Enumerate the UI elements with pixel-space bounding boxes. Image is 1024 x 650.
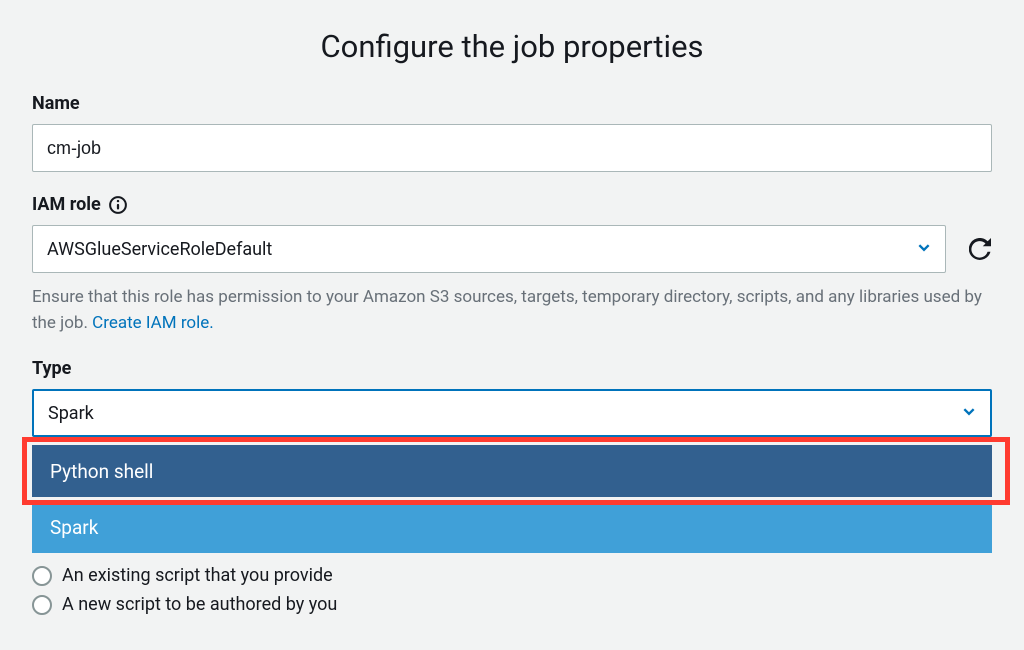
type-option-spark[interactable]: Spark — [32, 501, 992, 553]
radio-label: An existing script that you provide — [62, 565, 333, 586]
type-option-python-shell[interactable]: Python shell — [32, 445, 992, 497]
iam-role-field: IAM role AWSGlueServiceRoleDefault Ensur… — [32, 194, 992, 336]
type-select-value: Spark — [48, 403, 94, 424]
radio-existing-script[interactable]: An existing script that you provide — [32, 561, 992, 590]
iam-role-select[interactable]: AWSGlueServiceRoleDefault — [32, 225, 946, 273]
name-input[interactable] — [32, 124, 992, 172]
chevron-down-icon — [962, 403, 976, 424]
iam-role-helper: Ensure that this role has permission to … — [32, 285, 992, 336]
type-field: Type Spark Python shell Spark An existin… — [32, 358, 992, 619]
iam-role-label: IAM role — [32, 194, 101, 215]
radio-new-script[interactable]: A new script to be authored by you — [32, 590, 992, 619]
iam-role-label-row: IAM role — [32, 194, 992, 215]
type-select[interactable]: Spark — [32, 389, 992, 437]
name-field: Name — [32, 93, 992, 172]
iam-role-value: AWSGlueServiceRoleDefault — [47, 239, 272, 260]
chevron-down-icon — [917, 239, 931, 260]
info-icon[interactable] — [109, 196, 127, 214]
script-source-radios: An existing script that you provide A ne… — [32, 561, 992, 619]
name-label: Name — [32, 93, 992, 114]
radio-icon — [32, 566, 52, 586]
create-iam-role-link[interactable]: Create IAM role. — [92, 313, 214, 333]
page-title: Configure the job properties — [32, 28, 992, 65]
radio-label: A new script to be authored by you — [62, 594, 337, 615]
refresh-icon[interactable] — [968, 237, 992, 261]
radio-icon — [32, 595, 52, 615]
type-label: Type — [32, 358, 992, 379]
type-dropdown: Python shell Spark — [32, 445, 992, 553]
